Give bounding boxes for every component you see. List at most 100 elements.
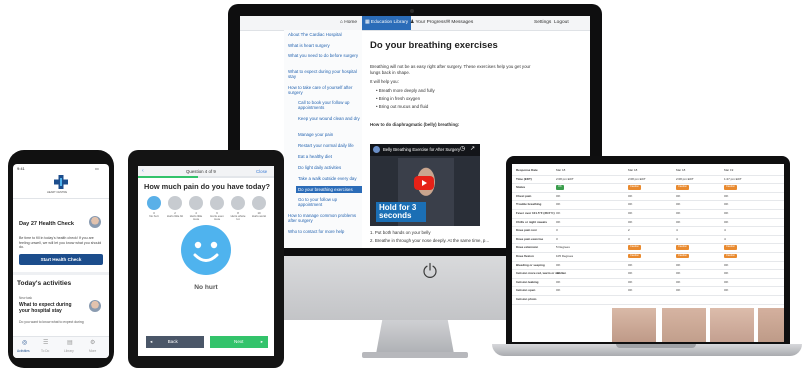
video-player[interactable]: Belly Breathing Exercise for After Surge… [370, 144, 480, 226]
hospital-logo-icon [54, 175, 68, 189]
tab-to-do[interactable]: To Do [41, 349, 49, 353]
status-badge: Caution [676, 185, 689, 190]
video-title: Belly Breathing Exercise for After Surge… [383, 147, 461, 152]
close-button[interactable]: Close [256, 169, 267, 174]
sidebar-item-hospital-stay[interactable]: What to expect during your hospital stay [288, 69, 360, 80]
table-cell: OK [724, 193, 729, 198]
status-badge: OK [556, 185, 564, 190]
row-label: Trouble breathing [516, 202, 542, 207]
start-health-check-button[interactable]: Start Health Check [19, 254, 103, 265]
pain-option-8[interactable] [231, 196, 245, 210]
table-cell: OK [628, 219, 633, 224]
nav-settings[interactable]: Settings [534, 16, 551, 30]
sidebar-item-walk-outside[interactable]: Take a walk outside every day [298, 176, 360, 181]
row-label: Fever over 101.5°F (38.5°C) [516, 211, 555, 215]
row-label: Knee flexion [516, 254, 534, 258]
nav-your-progress[interactable]: ♟ Your Progress [410, 16, 446, 30]
table-cell: Caution [676, 243, 689, 252]
activities-icon[interactable]: ◎ [22, 339, 27, 346]
sidebar-item-daily-life[interactable]: Restart your normal daily life [298, 143, 360, 148]
nav-logout[interactable]: Logout [554, 16, 569, 30]
pain-scale-label: 8 Hurts whole lot [230, 211, 246, 221]
health-check-body: Be time to fill in today's health check!… [19, 236, 102, 250]
progress-fill [138, 176, 198, 178]
status-badge: Caution [724, 254, 737, 259]
sidebar-item-follow-up-appointment[interactable]: Go to your follow up appointment [298, 197, 360, 208]
table-cell: OK [556, 193, 561, 198]
table-cell: OK [676, 202, 681, 207]
table-cell: Caution [628, 243, 641, 252]
sidebar-item-breathing-exercises[interactable]: Do your breathing exercises [296, 186, 362, 194]
sidebar-item-manage-pain[interactable]: Manage your pain [298, 132, 360, 137]
row-label: Knee extension [516, 245, 539, 250]
sidebar-item-after-surgery[interactable]: How to take care of yourself after surge… [288, 85, 360, 96]
nav-home[interactable]: ⌂ Home [340, 16, 357, 30]
back-button[interactable]: ◂ Back [146, 336, 204, 348]
sidebar-item-wound-care[interactable]: Keep your wound clean and dry [298, 116, 360, 121]
power-icon [423, 262, 437, 278]
question-progress: Question 4 of 9 [186, 168, 216, 174]
pain-option-2[interactable] [168, 196, 182, 210]
activity-title[interactable]: What to expect during your hospital stay [19, 302, 83, 314]
incision-photo[interactable] [612, 308, 656, 342]
clock-icon[interactable]: ◷ [460, 145, 465, 152]
sidebar-item-before-surgery[interactable]: What you need to do before surgery [288, 53, 360, 58]
chevron-left-icon[interactable]: ‹ [142, 168, 144, 174]
table-cell: OK [676, 288, 681, 293]
nav-education-library[interactable]: ▦ Education Library [362, 16, 412, 30]
row-label: Time (EDT) [516, 176, 532, 181]
pain-option-4[interactable] [189, 196, 203, 210]
pain-scale-label: 2 Hurts little bit [166, 211, 184, 218]
monitor-stand-base [362, 352, 468, 358]
sidebar-item-about[interactable]: About The Cardiac Hospital [288, 32, 360, 37]
nav-messages[interactable]: ✉ Messages [446, 16, 473, 30]
pain-option-6[interactable] [210, 196, 224, 210]
article-intro: Breathing will not be as easy right afte… [370, 64, 531, 75]
activity-tag: New task [19, 296, 33, 300]
table-cell: Mar 18 [676, 168, 686, 172]
sidebar-item-heart-surgery[interactable]: What is heart surgery [288, 43, 360, 48]
table-row: Incision photo [512, 295, 784, 305]
list-icon[interactable]: ☰ [43, 339, 48, 346]
book-icon[interactable]: ▤ [67, 339, 73, 346]
tab-activities[interactable]: Activities [17, 349, 30, 353]
incision-photo[interactable] [710, 308, 754, 342]
tab-more[interactable]: More [89, 349, 96, 353]
pain-option-0[interactable] [147, 196, 161, 210]
phone-screen: 9:41 ▭ HEART CENTRE Day 27 Health Check … [13, 164, 109, 358]
sidebar-item-light-activities[interactable]: Do light daily activities [298, 165, 360, 170]
activity-body: Do you want to know what to expect durin… [19, 320, 84, 324]
sidebar-item-contact-help[interactable]: Who to contact for more help [288, 229, 360, 234]
table-cell: OK [724, 211, 729, 215]
table-cell: 1:27 pm EDT [724, 176, 742, 181]
table-cell: 2 [628, 228, 630, 233]
table-cell: Caution [724, 183, 737, 192]
sidebar-item-follow-up-booking[interactable]: Call to book your follow up appointments [298, 100, 360, 111]
next-button[interactable]: Next ▸ [210, 336, 268, 348]
incision-photo[interactable] [758, 308, 784, 342]
table-cell: Caution [724, 243, 737, 252]
table-cell: 5 Degrees [556, 245, 570, 250]
monitor-stand [376, 320, 454, 354]
channel-avatar-icon [373, 146, 380, 153]
tab-library[interactable]: Library [64, 349, 74, 353]
play-icon[interactable] [414, 176, 434, 190]
how-to-heading: How to do diaphragmatic (belly) breathin… [370, 122, 460, 127]
table-cell: 105 Degrees [556, 254, 574, 258]
section-title: Today's activities [17, 280, 72, 287]
avatar [89, 300, 101, 312]
share-icon[interactable]: ↗ [470, 145, 475, 152]
laptop-screen: Response Date Mar 18 Mar 18 Mar 18 Mar 19 Tim… [512, 164, 784, 342]
sidebar-item-healthy-diet[interactable]: Eat a healthy diet [298, 154, 360, 159]
table-cell: OK [676, 262, 681, 267]
table-cell: OK [676, 271, 681, 276]
row-label: Status [516, 185, 526, 190]
incision-photo[interactable] [662, 308, 706, 342]
table-cell: OK [628, 202, 633, 207]
table-cell: OK [724, 271, 729, 276]
row-label: Knee pain exercise [516, 236, 544, 241]
more-icon[interactable]: ⚙ [90, 339, 95, 346]
pain-option-10[interactable] [252, 196, 266, 210]
status-badge: Caution [724, 245, 737, 250]
sidebar-item-common-problems[interactable]: How to manage common problems after surg… [288, 213, 360, 224]
